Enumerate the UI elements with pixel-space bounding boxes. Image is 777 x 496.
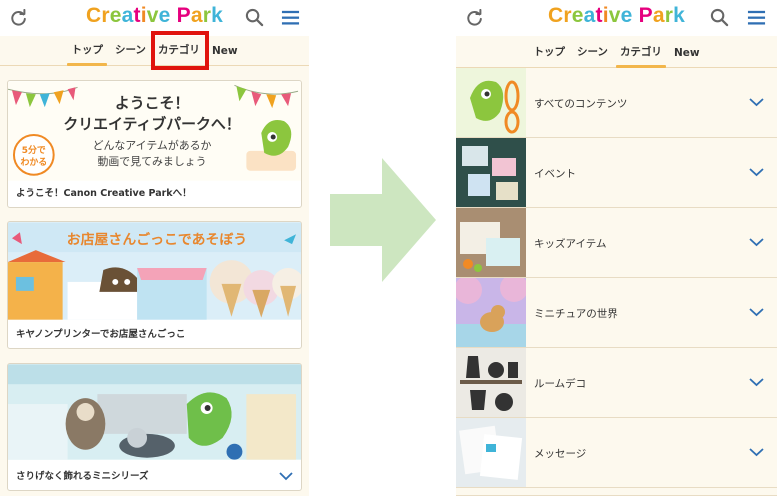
shop-play-banner-text: お店屋さんごっこであそぼう [67,231,247,248]
svg-text:5分で: 5分で [22,144,46,156]
logo-letter: P [638,4,653,27]
hamburger-menu-icon[interactable] [747,8,766,27]
category-thumb-event [456,138,526,207]
shop-play-card[interactable]: お店屋さんごっこであそぼう キヤノンプリンターでお店屋さんごっこ [7,221,302,349]
category-thumb-miniature [456,278,526,347]
category-label: イベント [534,168,576,180]
top-bar: Creative Park [456,0,777,36]
chevron-down-icon[interactable] [749,97,764,107]
mini-series-card-caption: さりげなく飾れるミニシリーズ [16,471,149,482]
search-icon[interactable] [710,8,729,27]
tab-category[interactable]: カテゴリ [614,44,668,68]
category-label: メッセージ [534,448,587,460]
logo-letter: k [673,4,685,27]
tab-scene[interactable]: シーン [571,44,614,67]
logo-letter: e [571,4,584,27]
logo-letter: a [652,4,665,27]
welcome-sub-1: どんなアイテムがあるか [93,138,212,152]
category-label: すべてのコンテンツ [534,98,628,110]
chevron-down-icon[interactable] [749,237,764,247]
logo-letter: r [101,4,110,27]
logo-letter: r [563,4,572,27]
welcome-sub-2: 動画で見てみましょう [97,154,206,168]
category-thumb-all [456,68,526,137]
welcome-banner-image: ようこそ！ クリエイティブパークへ！ どんなアイテムがあるか 動画で見てみましょ… [8,81,301,181]
logo-letter: a [121,4,134,27]
category-row-room-deco[interactable]: ルームデコ [456,348,777,418]
tab-top[interactable]: トップ [527,44,571,67]
chevron-down-icon[interactable] [749,307,764,317]
logo-letter: t [133,4,141,27]
comparison-stage: Creative Park トップ シーン カテゴリ New ようこそ！ クリエ… [0,0,777,496]
logo-letter: v [608,4,621,27]
logo-letter: v [146,4,159,27]
welcome-card[interactable]: ようこそ！ クリエイティブパークへ！ どんなアイテムがあるか 動画で見てみましょ… [7,80,302,208]
category-label: キッズアイテム [534,238,607,250]
tab-scene[interactable]: シーン [109,42,152,65]
logo-letter: P [176,4,191,27]
logo-letter: a [583,4,596,27]
category-row-message[interactable]: メッセージ [456,418,777,488]
logo-letter: k [211,4,223,27]
chevron-down-icon[interactable] [749,377,764,387]
category-thumb-room-deco [456,348,526,417]
category-row-kids[interactable]: キッズアイテム [456,208,777,278]
logo-letter: C [548,4,564,27]
shop-play-card-caption: キヤノンプリンターでお店屋さんごっこ [16,329,186,340]
category-row-event[interactable]: イベント [456,138,777,208]
category-thumb-message [456,418,526,487]
logo-letter: r [202,4,212,27]
welcome-headline-1: ようこそ！ [115,94,189,112]
svg-text:わかる: わかる [20,157,47,168]
logo-letter: t [595,4,603,27]
welcome-headline-2: クリエイティブパークへ！ [63,115,240,133]
logo-letter: e [620,4,633,27]
category-row-miniature[interactable]: ミニチュアの世界 [456,278,777,348]
tab-top[interactable]: トップ [65,42,109,66]
chevron-down-icon[interactable] [749,447,764,457]
transition-arrow-icon [330,158,436,282]
logo-letter: e [158,4,171,27]
left-phone-screen: Creative Park トップ シーン カテゴリ New ようこそ！ クリエ… [0,0,309,496]
chevron-down-icon[interactable] [749,167,764,177]
logo-letter: e [109,4,122,27]
search-icon[interactable] [245,8,264,27]
welcome-card-caption: ようこそ！Canon Creative Parkへ！ [16,188,192,199]
hamburger-menu-icon[interactable] [281,8,300,27]
category-row-partial [456,488,777,496]
tab-new[interactable]: New [668,47,706,67]
logo-letter: r [664,4,674,27]
category-row-all[interactable]: すべてのコンテンツ [456,68,777,138]
highlight-annotation-box [151,31,209,70]
category-label: ルームデコ [534,378,587,390]
category-thumb-kids [456,208,526,277]
tab-bar: トップ シーン カテゴリ New [456,36,777,68]
mini-series-card[interactable]: さりげなく飾れるミニシリーズ [7,363,302,491]
logo-letter: C [86,4,102,27]
logo-letter: a [190,4,203,27]
tab-new[interactable]: New [206,45,244,65]
shop-play-banner-image: お店屋さんごっこであそぼう [8,222,301,320]
category-label: ミニチュアの世界 [534,308,618,320]
chevron-down-icon[interactable] [279,471,293,481]
right-phone-screen: Creative Park トップ シーン カテゴリ New すべてのコンテンツ… [456,0,777,496]
mini-series-image [8,364,301,460]
